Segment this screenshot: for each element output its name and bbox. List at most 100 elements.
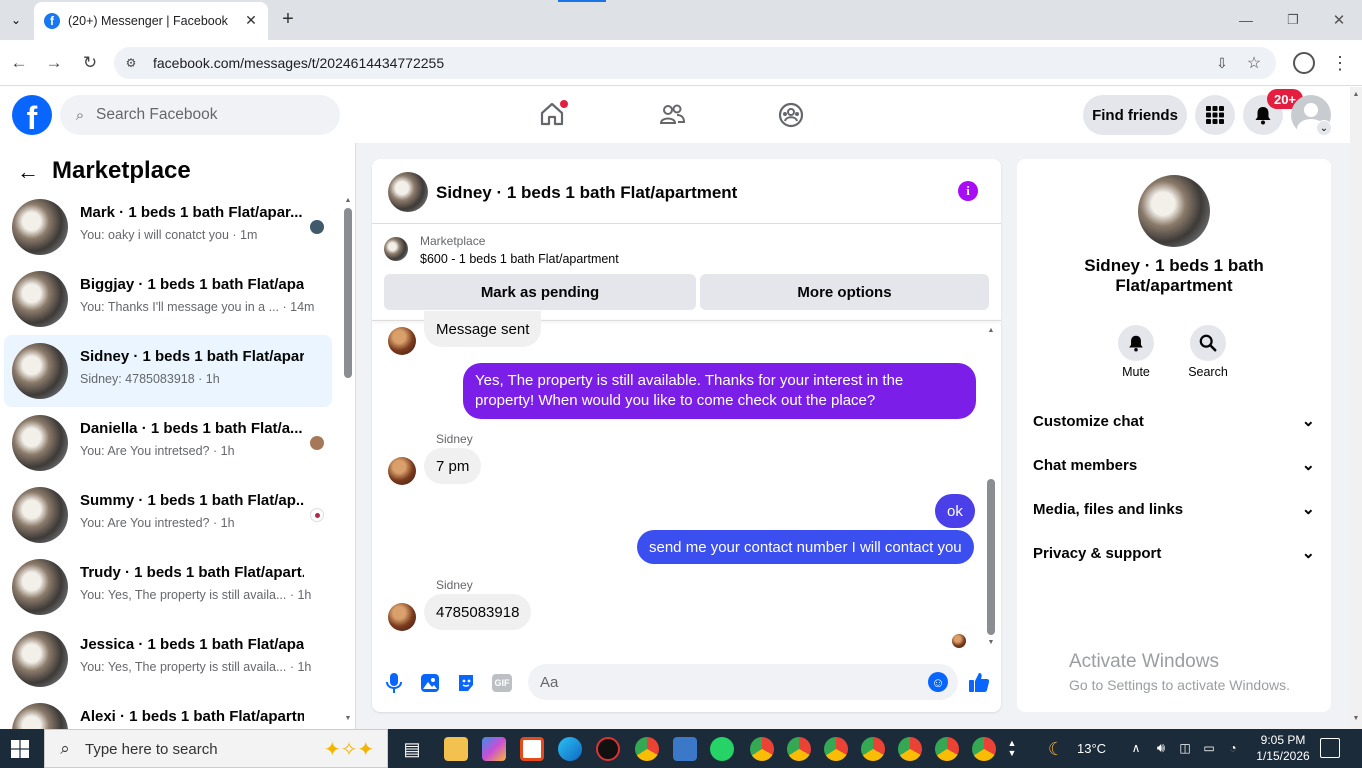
close-tab-icon[interactable]: ✕	[242, 11, 260, 29]
conversation-item[interactable]: Mark · 1 beds 1 bath Flat/apar... You: o…	[4, 191, 332, 263]
scroll-thumb[interactable]	[987, 479, 995, 635]
restore-icon[interactable]: ❐	[1283, 10, 1303, 30]
scroll-down-icon[interactable]: ▼	[986, 637, 996, 647]
facebook-search[interactable]: ⌕ Search Facebook	[60, 95, 340, 135]
page-scrollbar[interactable]: ▲ ▼	[1350, 87, 1362, 729]
url-text[interactable]: facebook.com/messages/t/2024614434772255	[153, 55, 444, 71]
new-tab-icon[interactable]: +	[278, 8, 298, 30]
profile-icon[interactable]	[1293, 52, 1315, 74]
chat-title[interactable]: Sidney · 1 beds 1 bath Flat/apartment	[436, 183, 737, 203]
chrome-profile-icon[interactable]	[935, 737, 959, 761]
whatsapp-icon[interactable]	[710, 737, 734, 761]
taskbar-search-placeholder[interactable]: Type here to search	[85, 741, 218, 758]
tray-chevron-icon[interactable]: ∧	[1128, 739, 1144, 757]
message-input-placeholder[interactable]: Aa	[540, 674, 558, 691]
site-info-icon[interactable]: ⚙	[122, 54, 140, 72]
privacy-support-section[interactable]: Privacy & support ⌄	[1033, 531, 1315, 575]
browser-tab[interactable]: f (20+) Messenger | Facebook ✕	[34, 2, 268, 40]
emoji-icon[interactable]: ☺	[928, 672, 948, 692]
weather-temp[interactable]: 13°C	[1077, 741, 1106, 756]
conversation-item[interactable]: Trudy · 1 beds 1 bath Flat/apart... You:…	[4, 551, 332, 623]
mark-as-pending-button[interactable]: Mark as pending	[384, 274, 696, 310]
camera-icon[interactable]: ◫	[1177, 739, 1193, 757]
forward-icon[interactable]: →	[43, 52, 65, 74]
install-app-icon[interactable]: ⇩	[1212, 53, 1232, 73]
tab-list-chevron-icon[interactable]: ⌄	[6, 10, 26, 30]
conversation-item[interactable]: Jessica · 1 beds 1 bath Flat/apart... Yo…	[4, 623, 332, 695]
file-explorer-icon[interactable]	[444, 737, 468, 761]
scroll-down-icon[interactable]: ▼	[1352, 713, 1360, 723]
conversation-name: Biggjay · 1 beds 1 bath Flat/apar...	[80, 276, 304, 293]
mute-button[interactable]	[1118, 325, 1154, 361]
volume-icon[interactable]: 🔊︎	[1152, 739, 1170, 757]
message-input[interactable]: Aa ☺	[528, 664, 958, 700]
search-conversation-button[interactable]	[1190, 325, 1226, 361]
photo-icon[interactable]	[420, 673, 440, 693]
friends-icon[interactable]	[658, 101, 686, 129]
taskbar-scroll-icon[interactable]: ▲ ▼	[1006, 731, 1018, 765]
chat-scrollbar[interactable]: ▲ ▼	[986, 325, 996, 647]
menu-grid-icon[interactable]	[1195, 95, 1235, 135]
weather-moon-icon[interactable]: ☾	[1044, 737, 1068, 761]
facebook-logo-icon[interactable]: f	[12, 95, 52, 136]
conversation-item-selected[interactable]: Sidney · 1 beds 1 bath Flat/apart... Sid…	[4, 335, 332, 407]
conversation-item[interactable]: Summy · 1 beds 1 bath Flat/ap... You: Ar…	[4, 479, 332, 551]
section-label: Chat members	[1033, 456, 1138, 474]
bookmark-star-icon[interactable]: ☆	[1244, 53, 1264, 73]
reload-icon[interactable]: ↻	[79, 52, 101, 74]
conversation-item[interactable]: Daniella · 1 beds 1 bath Flat/a... You: …	[4, 407, 332, 479]
chrome-icon[interactable]	[635, 737, 659, 761]
home-icon[interactable]	[538, 100, 568, 128]
chrome-profile-icon[interactable]	[861, 737, 885, 761]
chat-members-section[interactable]: Chat members ⌄	[1033, 443, 1315, 487]
media-files-links-section[interactable]: Media, files and links ⌄	[1033, 487, 1315, 531]
chat-avatar[interactable]	[388, 172, 428, 212]
close-window-icon[interactable]: ✕	[1329, 10, 1349, 30]
gif-icon[interactable]: GIF	[492, 674, 512, 692]
groups-icon[interactable]	[777, 101, 805, 129]
task-view-icon[interactable]: ▤	[400, 737, 424, 761]
more-options-button[interactable]: More options	[700, 274, 989, 310]
scroll-down-icon[interactable]: ▼	[343, 713, 353, 723]
scroll-thumb[interactable]	[344, 208, 352, 378]
copilot-icon[interactable]	[482, 737, 506, 761]
taskbar-search[interactable]: ⌕ Type here to search ✦✧✦	[44, 729, 388, 768]
chrome-profile-icon[interactable]	[824, 737, 848, 761]
listing-description[interactable]: $600 - 1 beds 1 bath Flat/apartment	[420, 252, 619, 266]
account-chevron-icon[interactable]: ⌄	[1316, 120, 1332, 136]
chrome-profile-icon[interactable]	[750, 737, 774, 761]
chrome-profile-icon[interactable]	[787, 737, 811, 761]
listing-avatar	[12, 703, 68, 729]
app-icon[interactable]	[596, 737, 620, 761]
conversation-item[interactable]: Alexi · 1 beds 1 bath Flat/apartm...	[4, 695, 332, 729]
conversation-preview: You: Are You intretsed? · 1h	[80, 444, 235, 458]
scroll-up-icon[interactable]: ▲	[1352, 89, 1360, 99]
browser-menu-icon[interactable]: ⋮	[1330, 52, 1350, 74]
chrome-profile-icon[interactable]	[972, 737, 996, 761]
scroll-up-icon[interactable]: ▲	[343, 195, 353, 205]
omnibox[interactable]: ⚙ facebook.com/messages/t/20246144347722…	[114, 47, 1276, 79]
microphone-icon[interactable]	[386, 672, 402, 694]
customize-chat-section[interactable]: Customize chat ⌄	[1033, 399, 1315, 443]
conversation-item[interactable]: Biggjay · 1 beds 1 bath Flat/apar... You…	[4, 263, 332, 335]
sidebar-scrollbar[interactable]: ▲ ▼	[343, 195, 353, 723]
minimize-icon[interactable]: —	[1236, 10, 1256, 30]
back-arrow-icon[interactable]: ←	[16, 159, 40, 184]
windows-start-icon[interactable]	[11, 740, 29, 758]
notification-center-icon[interactable]	[1320, 738, 1340, 758]
wifi-icon[interactable]: ◔	[1224, 739, 1242, 757]
active-app-icon[interactable]	[673, 737, 697, 761]
back-icon[interactable]: ←	[8, 52, 30, 74]
details-avatar[interactable]	[1138, 175, 1210, 247]
battery-icon[interactable]: ▭	[1200, 739, 1218, 757]
chrome-profile-icon[interactable]	[898, 737, 922, 761]
scroll-up-icon[interactable]: ▲	[986, 325, 996, 335]
sticker-icon[interactable]	[456, 673, 476, 693]
search-placeholder[interactable]: Search Facebook	[96, 106, 218, 124]
info-icon[interactable]: i	[958, 181, 978, 201]
thumbs-up-icon[interactable]	[968, 671, 990, 693]
clock[interactable]: 9:05 PM 1/15/2026	[1252, 732, 1314, 764]
edge-icon[interactable]	[558, 737, 582, 761]
store-icon[interactable]	[520, 737, 544, 761]
find-friends-button[interactable]: Find friends	[1083, 95, 1187, 135]
